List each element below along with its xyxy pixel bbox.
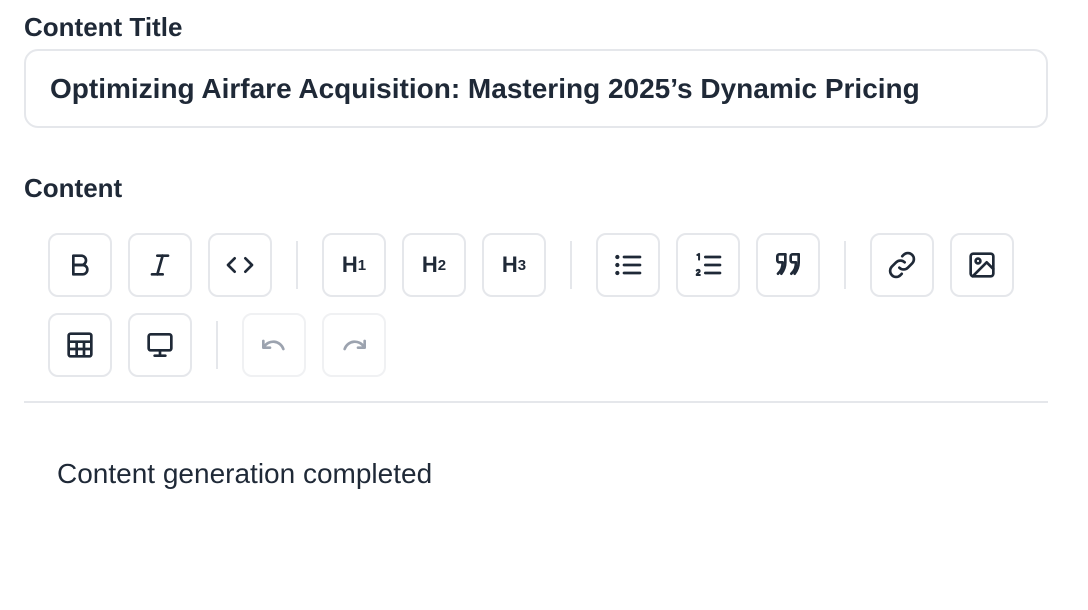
redo-icon <box>343 339 366 351</box>
heading-1-level: 1 <box>357 256 367 274</box>
toolbar-separator <box>844 241 846 289</box>
toolbar-divider <box>24 401 1048 403</box>
bold-icon <box>72 254 89 276</box>
heading-1-button[interactable]: H1 <box>322 233 386 297</box>
content-label: Content <box>24 173 123 203</box>
heading-2-letter: H <box>421 252 438 277</box>
ordered-list-button[interactable] <box>676 233 740 297</box>
link-button[interactable] <box>870 233 934 297</box>
code-button[interactable] <box>208 233 272 297</box>
content-title-input[interactable] <box>24 49 1048 128</box>
undo-icon <box>262 339 285 351</box>
heading-2-level: 2 <box>437 256 447 274</box>
bold-button[interactable] <box>48 233 112 297</box>
toolbar-separator <box>296 241 298 289</box>
italic-button[interactable] <box>128 233 192 297</box>
editor-content[interactable]: Content generation completed <box>57 460 432 488</box>
image-icon <box>969 252 995 278</box>
toolbar-separator <box>570 241 572 289</box>
monitor-icon <box>147 333 173 357</box>
redo-button[interactable] <box>322 313 386 377</box>
table-icon <box>67 332 93 358</box>
bullet-list-icon <box>615 254 642 276</box>
italic-icon <box>150 254 170 276</box>
ordered-list-icon <box>695 252 722 276</box>
bullet-list-button[interactable] <box>596 233 660 297</box>
blockquote-button[interactable] <box>756 233 820 297</box>
code-icon <box>226 257 254 273</box>
heading-1-letter: H <box>341 252 358 277</box>
heading-3-letter: H <box>501 252 518 277</box>
quote-icon <box>776 253 800 275</box>
heading-3-button[interactable]: H3 <box>482 233 546 297</box>
undo-button[interactable] <box>242 313 306 377</box>
content-title-label: Content Title <box>24 12 183 42</box>
embed-button[interactable] <box>128 313 192 377</box>
link-icon <box>888 251 916 279</box>
heading-3-level: 3 <box>517 256 527 274</box>
table-button[interactable] <box>48 313 112 377</box>
heading-2-button[interactable]: H2 <box>402 233 466 297</box>
image-button[interactable] <box>950 233 1014 297</box>
toolbar-separator <box>216 321 218 369</box>
